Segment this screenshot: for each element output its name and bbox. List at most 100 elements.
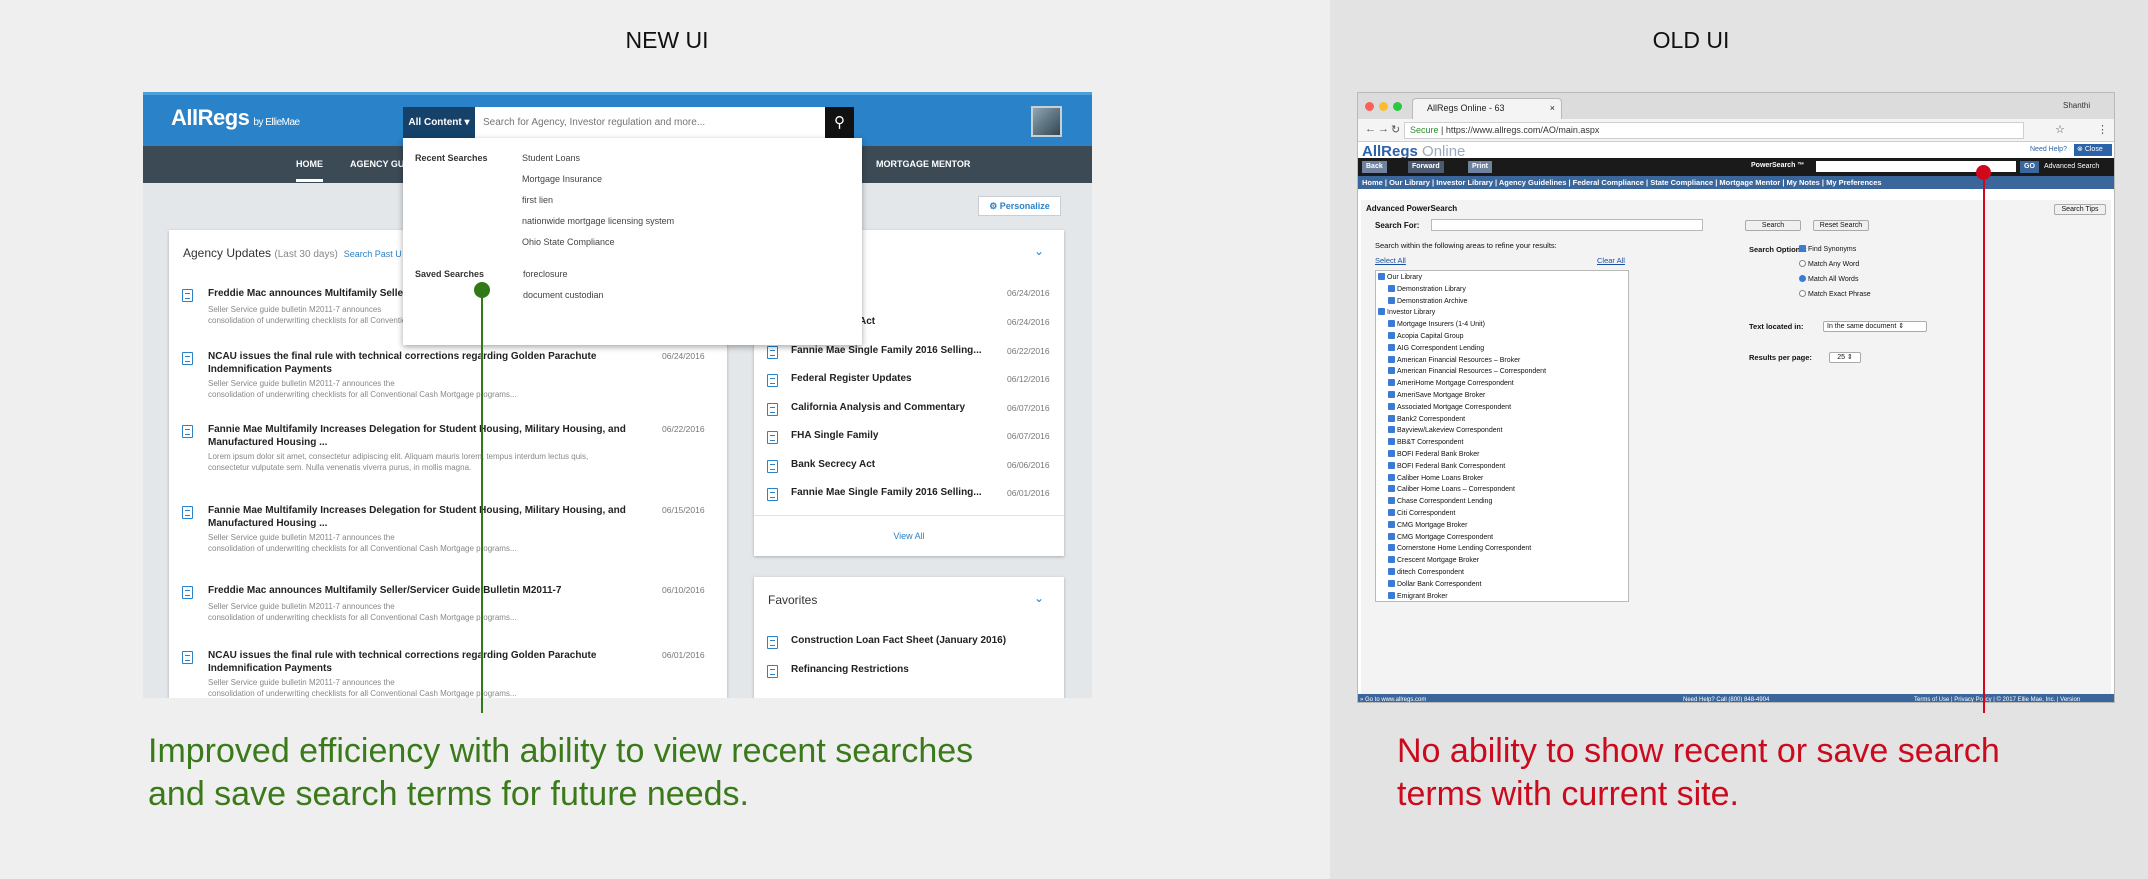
library-checkbox[interactable]: BB&T Correspondent	[1388, 438, 1463, 446]
text-located-select[interactable]: In the same document ⇕	[1823, 321, 1927, 332]
list-item[interactable]: Fannie Mae Single Family 2016 Selling...…	[767, 486, 1057, 502]
old-ui-caption: No ability to show recent or save search…	[1397, 732, 2000, 813]
minimize-window-icon[interactable]	[1379, 102, 1388, 111]
search-icon: ⚲	[834, 114, 845, 131]
library-checkbox[interactable]: Emigrant Broker	[1388, 591, 1448, 600]
personalize-button[interactable]: ⚙ Personalize	[978, 196, 1061, 216]
recent-search-item[interactable]: first lien	[522, 195, 553, 205]
advanced-search-link[interactable]: Advanced Search	[2044, 163, 2099, 170]
view-all-link[interactable]: View All	[754, 531, 1064, 541]
library-checkbox[interactable]: Our Library	[1378, 273, 1422, 281]
select-all-link[interactable]: Select All	[1375, 256, 1406, 265]
recent-search-item[interactable]: Mortgage Insurance	[522, 174, 602, 184]
list-item[interactable]: FHA Single Family 06/07/2016	[767, 429, 1057, 445]
recent-search-item[interactable]: nationwide mortgage licensing system	[522, 216, 674, 226]
list-item[interactable]: Construction Loan Fact Sheet (January 20…	[767, 634, 1057, 650]
chevron-down-icon[interactable]: ⌄	[1034, 591, 1044, 605]
results-per-page-select[interactable]: 25 ⇕	[1829, 352, 1861, 363]
library-checkbox[interactable]: Crescent Mortgage Broker	[1388, 556, 1479, 564]
browser-user[interactable]: Shanthi	[2063, 101, 2090, 110]
close-tab-icon[interactable]: ×	[1550, 99, 1555, 118]
library-checkbox[interactable]: BOFI Federal Bank Correspondent	[1388, 461, 1505, 470]
browser-tab-bar: AllRegs Online - 63 × Shanthi	[1358, 93, 2114, 119]
library-checkbox[interactable]: Dollar Bank Correspondent	[1388, 579, 1481, 588]
forward-button[interactable]: Forward	[1408, 161, 1444, 173]
nav-mortgage-mentor[interactable]: MORTGAGE MENTOR	[876, 159, 970, 169]
clear-all-link[interactable]: Clear All	[1597, 256, 1625, 265]
search-for-label: Search For:	[1375, 221, 1420, 230]
list-item[interactable]: Fannie Mae Single Family 2016 Selling...…	[767, 344, 1057, 360]
library-checkbox[interactable]: Bayview/Lakeview Correspondent	[1388, 426, 1502, 434]
footer-legal[interactable]: Terms of Use | Privacy Policy | © 2017 E…	[1914, 694, 2080, 702]
library-checkbox[interactable]: Caliber Home Loans Broker	[1388, 473, 1483, 482]
back-button[interactable]: Back	[1362, 161, 1387, 173]
go-button[interactable]: GO	[2020, 161, 2039, 173]
library-checkbox[interactable]: Caliber Home Loans – Correspondent	[1388, 485, 1515, 493]
library-checkbox[interactable]: Mortgage Insurers (1-4 Unit)	[1388, 320, 1485, 328]
library-checkbox[interactable]: AmeriHome Mortgage Correspondent	[1388, 379, 1514, 387]
gear-icon: ⚙	[989, 201, 998, 211]
star-icon[interactable]: ☆	[2055, 123, 2065, 136]
library-checkbox[interactable]: Chase Correspondent Lending	[1388, 497, 1492, 505]
recent-search-item[interactable]: Ohio State Compliance	[522, 237, 615, 247]
favorites-card: Favorites ⌄ Construction Loan Fact Sheet…	[754, 577, 1064, 698]
nav-agency-guidelines[interactable]: AGENCY GUI	[350, 159, 407, 169]
chevron-down-icon[interactable]: ⌄	[1034, 244, 1044, 258]
main-menu[interactable]: Home | Our Library | Investor Library | …	[1358, 176, 2114, 189]
library-checkbox[interactable]: Associated Mortgage Correspondent	[1388, 402, 1511, 411]
print-button[interactable]: Print	[1468, 161, 1492, 173]
search-scope-select[interactable]: All Content ▾	[403, 107, 475, 138]
library-checkbox[interactable]: Citi Correspondent	[1388, 509, 1455, 517]
match-all-radio[interactable]: Match All Words	[1799, 275, 1858, 283]
library-checkbox[interactable]: Investor Library	[1378, 308, 1435, 316]
address-bar[interactable]: Secure | https://www.allregs.com/AO/main…	[1404, 122, 2024, 139]
library-checkbox[interactable]: American Financial Resources – Correspon…	[1388, 367, 1546, 375]
library-checkbox[interactable]: Cornerstone Home Lending Correspondent	[1388, 544, 1531, 552]
match-any-radio[interactable]: Match Any Word	[1799, 260, 1859, 268]
library-checkbox[interactable]: Demonstration Archive	[1388, 296, 1467, 305]
find-synonyms-checkbox[interactable]: Find Synonyms	[1799, 245, 1856, 253]
reload-icon[interactable]: ↻	[1391, 123, 1400, 136]
search-for-input[interactable]	[1431, 219, 1703, 231]
list-item[interactable]: Refinancing Restrictions	[767, 663, 1057, 679]
nav-home[interactable]: HOME	[296, 159, 323, 182]
library-checkbox[interactable]: CMG Mortgage Correspondent	[1388, 532, 1493, 541]
library-checkbox[interactable]: AmeriSave Mortgage Broker	[1388, 391, 1485, 399]
list-item[interactable]: California Analysis and Commentary 06/07/…	[767, 401, 1057, 417]
match-exact-radio[interactable]: Match Exact Phrase	[1799, 290, 1871, 298]
browser-tab[interactable]: AllRegs Online - 63 ×	[1412, 98, 1562, 119]
menu-icon[interactable]: ⋮	[2097, 123, 2108, 136]
saved-search-item[interactable]: document custodian	[523, 290, 604, 300]
address-bar-row: ← → ↻ Secure | https://www.allregs.com/A…	[1358, 119, 2114, 142]
close-window-icon[interactable]	[1365, 102, 1374, 111]
search-button[interactable]: Search	[1745, 220, 1801, 231]
reset-search-button[interactable]: Reset Search	[1813, 220, 1869, 231]
allregs-logo[interactable]: AllRegs by EllieMae	[171, 105, 300, 131]
recent-search-item[interactable]: Student Loans	[522, 153, 580, 163]
library-checkbox[interactable]: BOFI Federal Bank Broker	[1388, 450, 1479, 458]
search-tips-button[interactable]: Search Tips	[2054, 204, 2106, 215]
library-checkbox[interactable]: CMG Mortgage Broker	[1388, 520, 1467, 529]
avatar[interactable]	[1031, 106, 1062, 137]
library-checkbox[interactable]: Acopia Capital Group	[1388, 332, 1464, 340]
need-help-link[interactable]: Need Help?	[2030, 146, 2067, 153]
library-checkbox[interactable]: American Financial Resources – Broker	[1388, 355, 1520, 364]
search-past-link[interactable]: Search Past U	[344, 249, 402, 259]
saved-searches-label: Saved Searches	[415, 269, 485, 279]
saved-search-item[interactable]: foreclosure	[523, 269, 568, 279]
back-arrow-icon[interactable]: ←	[1365, 123, 1376, 135]
search-button[interactable]: ⚲	[825, 107, 854, 138]
library-checkbox[interactable]: Demonstration Library	[1388, 284, 1466, 293]
list-item[interactable]: Bank Secrecy Act 06/06/2016	[767, 458, 1057, 474]
library-list[interactable]: Our Library Demonstration Library Demonstr…	[1375, 270, 1629, 602]
library-checkbox[interactable]: ditech Correspondent	[1388, 568, 1464, 576]
library-checkbox[interactable]: AIG Correspondent Lending	[1388, 343, 1484, 352]
search-input[interactable]	[475, 107, 825, 138]
maximize-window-icon[interactable]	[1393, 102, 1402, 111]
library-checkbox[interactable]: Bank2 Correspondent	[1388, 414, 1465, 423]
list-item[interactable]: Federal Register Updates 06/12/2016	[767, 372, 1057, 388]
footer-link[interactable]: » Go to www.allregs.com	[1360, 694, 1426, 702]
forward-arrow-icon[interactable]: →	[1378, 123, 1389, 135]
document-icon	[767, 403, 778, 416]
close-button[interactable]: ⊗ Close	[2074, 144, 2112, 156]
